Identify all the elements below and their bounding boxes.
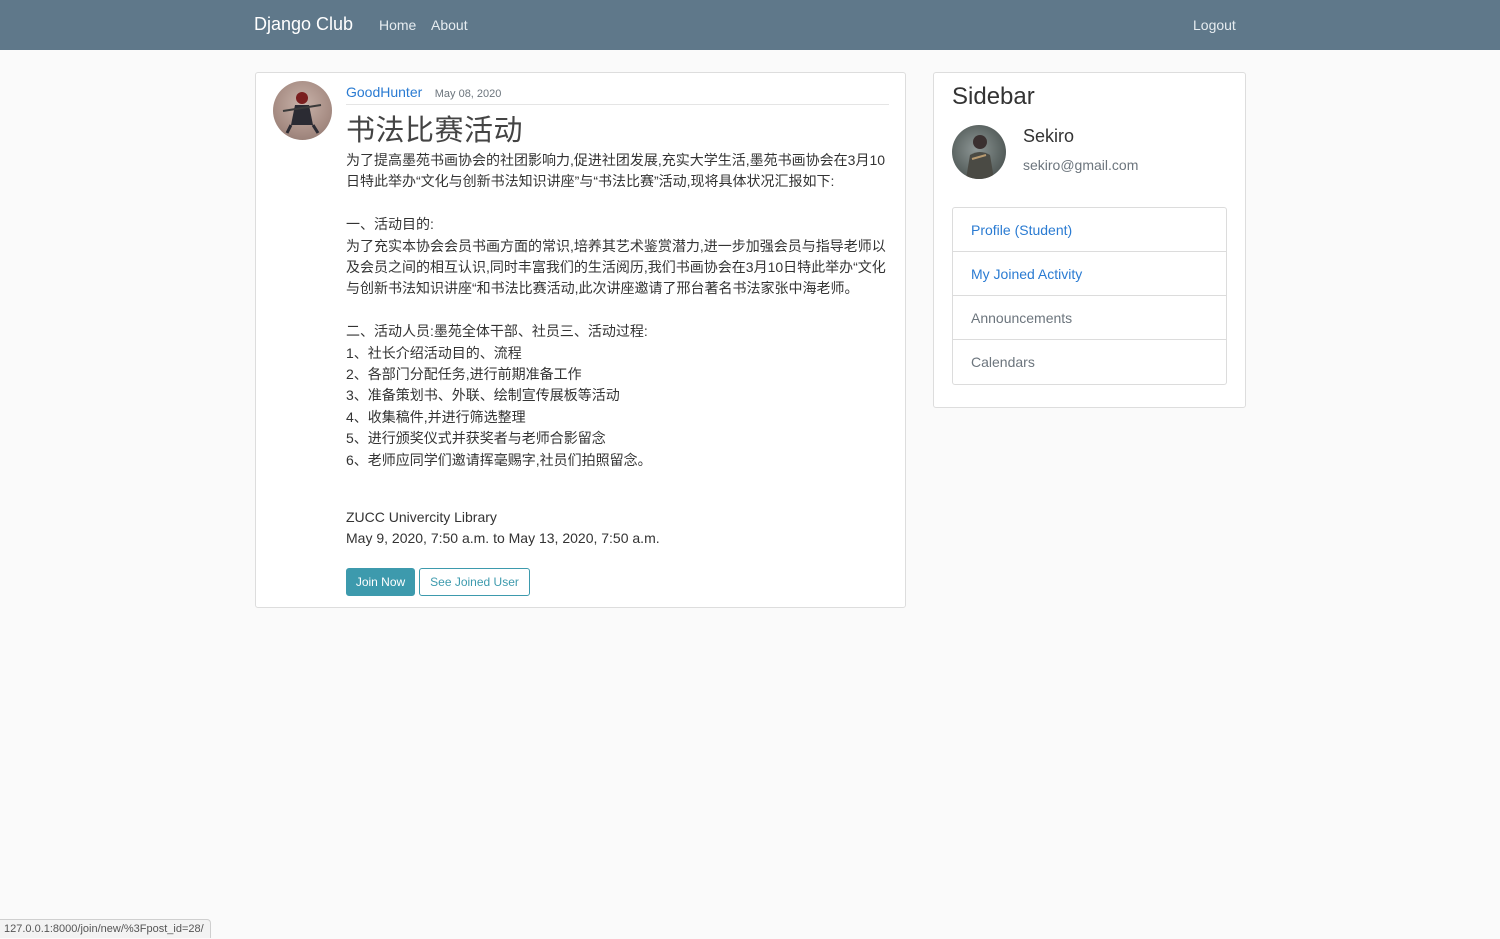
nav-about-link[interactable]: About: [431, 17, 468, 33]
post-card: GoodHunter May 08, 2020 书法比赛活动 为了提高墨苑书画协…: [255, 72, 906, 608]
post-paragraph-purpose: 一、活动目的: 为了充实本协会会员书画方面的常识,培养其艺术鉴赏潜力,进一步加强…: [346, 216, 886, 297]
sidebar-title: Sidebar: [952, 83, 1035, 110]
post-meta: GoodHunter May 08, 2020: [346, 84, 889, 105]
author-link[interactable]: GoodHunter: [346, 84, 422, 100]
sidebar-item-my-joined-activity[interactable]: My Joined Activity: [953, 252, 1226, 296]
post-location-time: ZUCC Univercity Library May 9, 2020, 7:5…: [346, 507, 660, 550]
sidebar-item-profile[interactable]: Profile (Student): [953, 208, 1226, 252]
author-avatar-figure: [282, 92, 322, 134]
sidebar-item-calendars[interactable]: Calendars: [953, 340, 1226, 384]
nav-home-link[interactable]: Home: [379, 17, 416, 33]
logout-link[interactable]: Logout: [1193, 17, 1236, 33]
sidebar-card: Sidebar Sekiro sekiro@gmail.com Profile …: [933, 72, 1246, 408]
join-now-button[interactable]: Join Now: [346, 568, 415, 596]
author-avatar: [273, 81, 332, 140]
top-navbar: Django Club Home About Logout: [0, 0, 1500, 50]
sidebar-username: Sekiro: [1023, 126, 1075, 146]
post-paragraph-process: 二、活动人员:墨苑全体干部、社员三、活动过程: 1、社长介绍活动目的、流程 2、…: [346, 323, 652, 468]
user-avatar: [952, 125, 1006, 179]
post-title: 书法比赛活动: [346, 115, 524, 147]
sidebar-menu: Profile (Student) My Joined Activity Ann…: [952, 207, 1227, 385]
post-date: May 08, 2020: [434, 88, 502, 100]
brand-link[interactable]: Django Club: [254, 14, 353, 35]
see-joined-user-button[interactable]: See Joined User: [419, 568, 530, 596]
sidebar-email: sekiro@gmail.com: [1023, 157, 1139, 173]
post-time-range: May 9, 2020, 7:50 a.m. to May 13, 2020, …: [346, 530, 660, 547]
post-paragraph-intro: 为了提高墨苑书画协会的社团影响力,促进社团发展,充实大学生活,墨苑书画协会在3月…: [346, 152, 886, 190]
post-content: 为了提高墨苑书画协会的社团影响力,促进社团发展,充实大学生活,墨苑书画协会在3月…: [346, 150, 891, 471]
status-bar-url: 127.0.0.1:8000/join/new/%3Fpost_id=28/: [0, 919, 211, 938]
post-location: ZUCC Univercity Library: [346, 509, 497, 525]
user-avatar-figure: [966, 135, 994, 179]
sidebar-item-announcements[interactable]: Announcements: [953, 296, 1226, 340]
